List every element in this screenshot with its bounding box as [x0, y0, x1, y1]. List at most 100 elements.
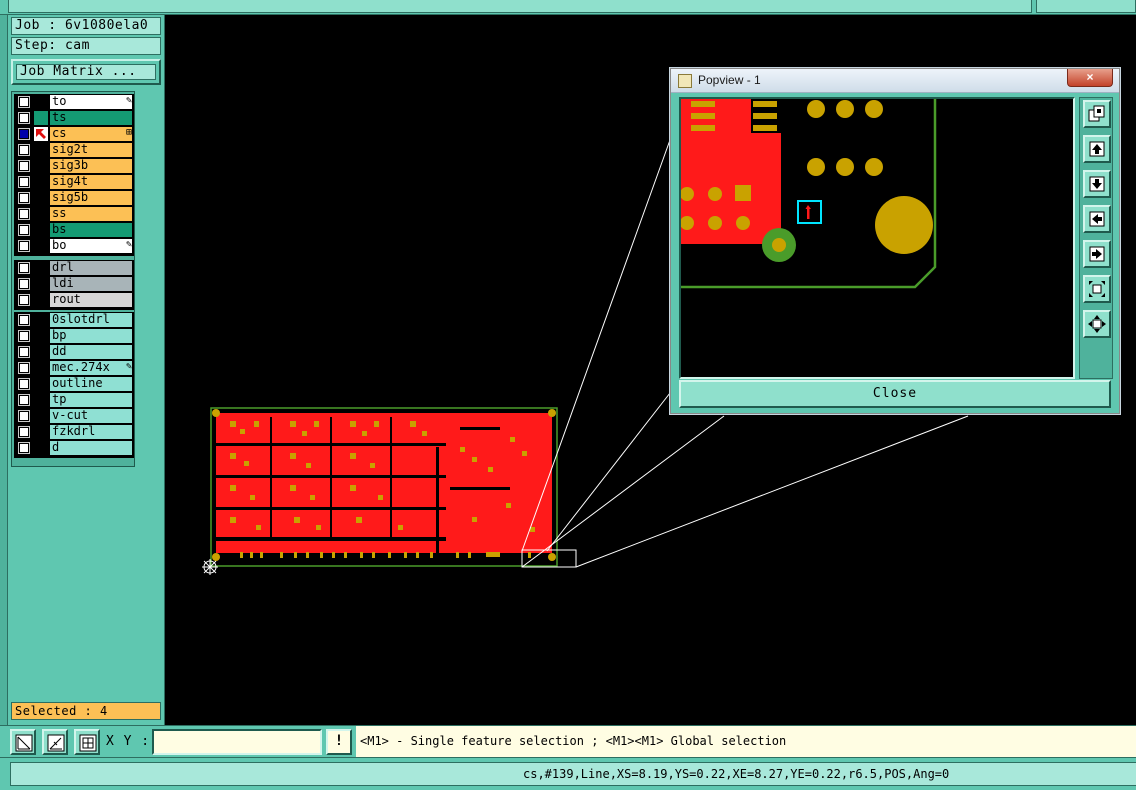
layer-name[interactable]: sig2t: [50, 143, 132, 157]
layer-checkbox[interactable]: [18, 330, 30, 342]
layer-checkbox[interactable]: [18, 112, 30, 124]
tool-angle-icon[interactable]: [42, 729, 68, 755]
layer-checkbox[interactable]: [18, 240, 30, 252]
layer-name[interactable]: mec.274x: [50, 361, 132, 375]
xy-input[interactable]: [152, 729, 322, 755]
layer-row-ts[interactable]: ts: [14, 110, 134, 126]
layer-row-to[interactable]: to ✎: [14, 94, 134, 110]
layer-row-bo[interactable]: bo ✎: [14, 238, 134, 254]
layer-checkbox[interactable]: [18, 346, 30, 358]
popview-pan-up-icon[interactable]: [1083, 135, 1111, 163]
layer-checkbox[interactable]: [18, 176, 30, 188]
popview-zoom-in-icon[interactable]: [1083, 275, 1111, 303]
layer-name[interactable]: drl: [50, 261, 132, 275]
popview-close-button[interactable]: Close: [679, 380, 1111, 408]
layer-name[interactable]: fzkdrl: [50, 425, 132, 439]
job-label: Job : 6v1080ela0: [11, 17, 161, 35]
popview-dialog[interactable]: Popview - 1 × Close: [670, 68, 1120, 414]
layer-row-sig3b[interactable]: sig3b: [14, 158, 134, 174]
layer-row-dd[interactable]: dd: [14, 344, 134, 360]
layer-name[interactable]: v-cut: [50, 409, 132, 423]
layer-swatch: [34, 377, 48, 391]
layer-row-tp[interactable]: tp: [14, 392, 134, 408]
layer-group-signal: to ✎ ts cs ⊞ sig2t sig3b sig4t sig5b ss bs bo ✎: [14, 94, 134, 256]
layer-row-drl[interactable]: drl: [14, 260, 134, 276]
layer-checkbox[interactable]: [18, 208, 30, 220]
popview-copy-icon[interactable]: [1083, 100, 1111, 128]
copper-area: [216, 413, 552, 553]
layer-name[interactable]: bo: [50, 239, 132, 253]
popview-canvas[interactable]: [679, 97, 1075, 379]
layer-row-fzkdrl[interactable]: fzkdrl: [14, 424, 134, 440]
layer-name[interactable]: sig4t: [50, 175, 132, 189]
layer-row-bs[interactable]: bs: [14, 222, 134, 238]
step-label: Step: cam: [11, 37, 161, 55]
layer-name[interactable]: cs: [50, 127, 132, 141]
layer-row-0slotdrl[interactable]: 0slotdrl: [14, 312, 134, 328]
layer-checkbox[interactable]: [18, 442, 30, 454]
layer-checkbox[interactable]: [18, 314, 30, 326]
layer-row-outline[interactable]: outline: [14, 376, 134, 392]
layer-checkbox[interactable]: [18, 96, 30, 108]
layer-checkbox[interactable]: [18, 362, 30, 374]
layer-name[interactable]: ldi: [50, 277, 132, 291]
top-strip-field-right: [1036, 0, 1136, 13]
layer-name[interactable]: ss: [50, 207, 132, 221]
layer-checkbox[interactable]: [18, 224, 30, 236]
popview-zoom-out-icon[interactable]: [1083, 310, 1111, 338]
popview-pan-right-icon[interactable]: [1083, 240, 1111, 268]
layer-name[interactable]: to: [50, 95, 132, 109]
layer-row-cs[interactable]: cs ⊞: [14, 126, 134, 142]
layer-color-swatch: [34, 111, 48, 125]
layer-name[interactable]: dd: [50, 345, 132, 359]
layer-row-ldi[interactable]: ldi: [14, 276, 134, 292]
status-field: cs,#139,Line,XS=8.19,YS=0.22,XE=8.27,YE=…: [10, 762, 1136, 786]
layer-checkbox[interactable]: [18, 128, 30, 140]
layer-name[interactable]: ts: [50, 111, 132, 125]
layer-checkbox[interactable]: [18, 378, 30, 390]
layer-swatch: [34, 175, 48, 189]
layer-name[interactable]: 0slotdrl: [50, 313, 132, 327]
layer-row-v-cut[interactable]: v-cut: [14, 408, 134, 424]
layer-name[interactable]: sig5b: [50, 191, 132, 205]
layer-name[interactable]: tp: [50, 393, 132, 407]
tool-measure-icon[interactable]: [10, 729, 36, 755]
copper-pour: [681, 99, 781, 239]
layer-group-drill: drl ldi rout: [14, 260, 134, 310]
pcb-board[interactable]: [210, 407, 558, 567]
layer-checkbox[interactable]: [18, 160, 30, 172]
layer-name[interactable]: outline: [50, 377, 132, 391]
layer-checkbox[interactable]: [18, 294, 30, 306]
layer-checkbox[interactable]: [18, 278, 30, 290]
layer-name[interactable]: rout: [50, 293, 132, 307]
layer-checkbox[interactable]: [18, 394, 30, 406]
layer-row-sig2t[interactable]: sig2t: [14, 142, 134, 158]
popview-pan-left-icon[interactable]: [1083, 205, 1111, 233]
layer-row-rout[interactable]: rout: [14, 292, 134, 308]
layer-checkbox[interactable]: [18, 426, 30, 438]
layer-name[interactable]: bs: [50, 223, 132, 237]
layer-swatch: [34, 207, 48, 221]
layer-swatch: [34, 159, 48, 173]
layer-name[interactable]: sig3b: [50, 159, 132, 173]
layer-checkbox[interactable]: [18, 410, 30, 422]
layer-row-sig5b[interactable]: sig5b: [14, 190, 134, 206]
layer-swatch: [34, 261, 48, 275]
layer-row-bp[interactable]: bp: [14, 328, 134, 344]
tool-grid-icon[interactable]: [74, 729, 100, 755]
layer-row-d[interactable]: d: [14, 440, 134, 456]
popview-pan-down-icon[interactable]: [1083, 170, 1111, 198]
layer-checkbox[interactable]: [18, 144, 30, 156]
job-matrix-button[interactable]: Job Matrix ...: [11, 59, 161, 85]
layer-name[interactable]: d: [50, 441, 132, 455]
layer-row-ss[interactable]: ss: [14, 206, 134, 222]
popview-titlebar[interactable]: Popview - 1: [671, 69, 1119, 93]
layer-row-sig4t[interactable]: sig4t: [14, 174, 134, 190]
layer-swatch: [34, 223, 48, 237]
window-close-button[interactable]: ×: [1067, 69, 1113, 87]
layer-checkbox[interactable]: [18, 192, 30, 204]
layer-checkbox[interactable]: [18, 262, 30, 274]
execute-button[interactable]: !: [326, 729, 352, 755]
layer-row-mec-274x[interactable]: mec.274x ✎: [14, 360, 134, 376]
layer-name[interactable]: bp: [50, 329, 132, 343]
